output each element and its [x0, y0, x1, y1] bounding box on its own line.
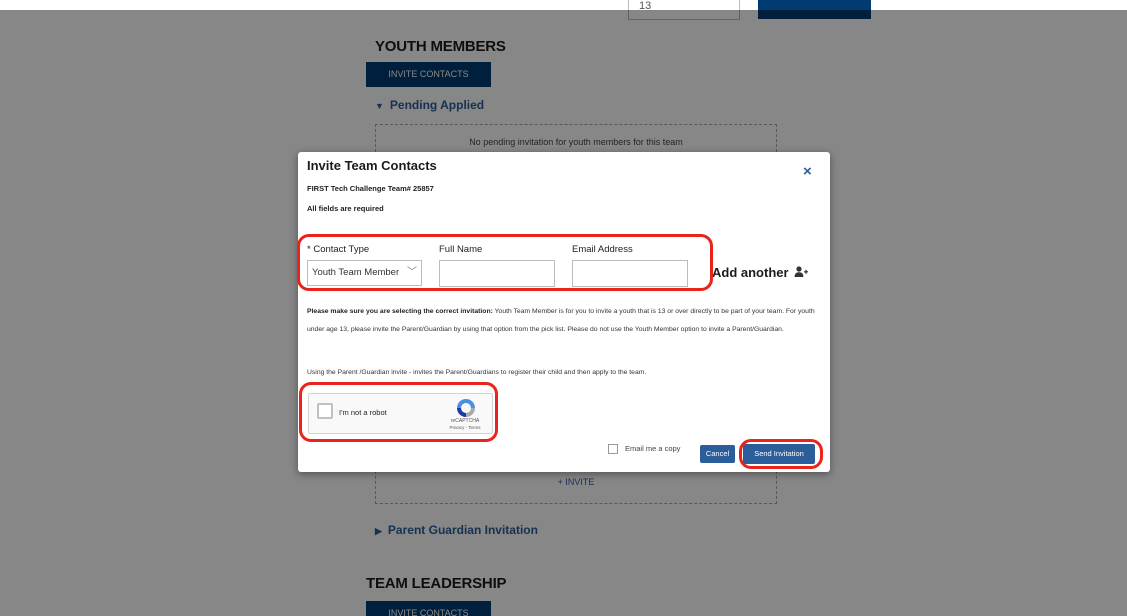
annotation-captcha-highlight: [299, 382, 498, 442]
add-user-icon[interactable]: [794, 265, 808, 279]
email-copy-label: Email me a copy: [625, 444, 681, 453]
cancel-button[interactable]: Cancel: [700, 445, 735, 463]
email-copy-checkbox[interactable]: [608, 444, 618, 454]
annotation-send-highlight: [739, 439, 823, 469]
required-note: All fields are required: [307, 204, 384, 213]
parent-guardian-note: Using the Parent /Guardian invite - invi…: [307, 369, 647, 376]
close-icon[interactable]: ×: [803, 164, 812, 180]
modal-title: Invite Team Contacts: [307, 158, 437, 173]
team-number-line: FIRST Tech Challenge Team# 25857: [307, 184, 434, 193]
invitation-notice-bold: Please make sure you are selecting the c…: [307, 308, 493, 315]
add-another-button[interactable]: Add another: [712, 265, 789, 280]
annotation-fields-highlight: [297, 234, 713, 291]
invitation-notice: Please make sure you are selecting the c…: [307, 303, 827, 339]
